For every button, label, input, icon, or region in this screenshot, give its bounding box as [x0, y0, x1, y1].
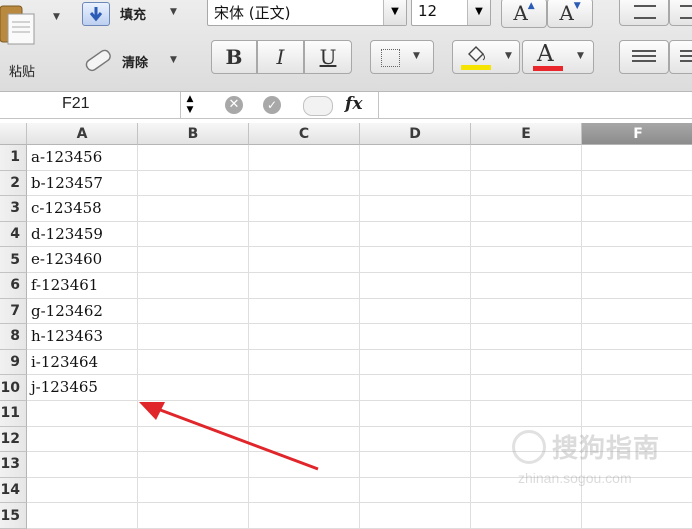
sogou-logo-icon	[512, 430, 546, 464]
watermark-title: 搜狗指南	[552, 434, 661, 464]
watermark-url: zhinan.sogou.com	[518, 470, 632, 486]
watermark: 搜狗指南 zhinan.sogou.com	[512, 428, 682, 498]
